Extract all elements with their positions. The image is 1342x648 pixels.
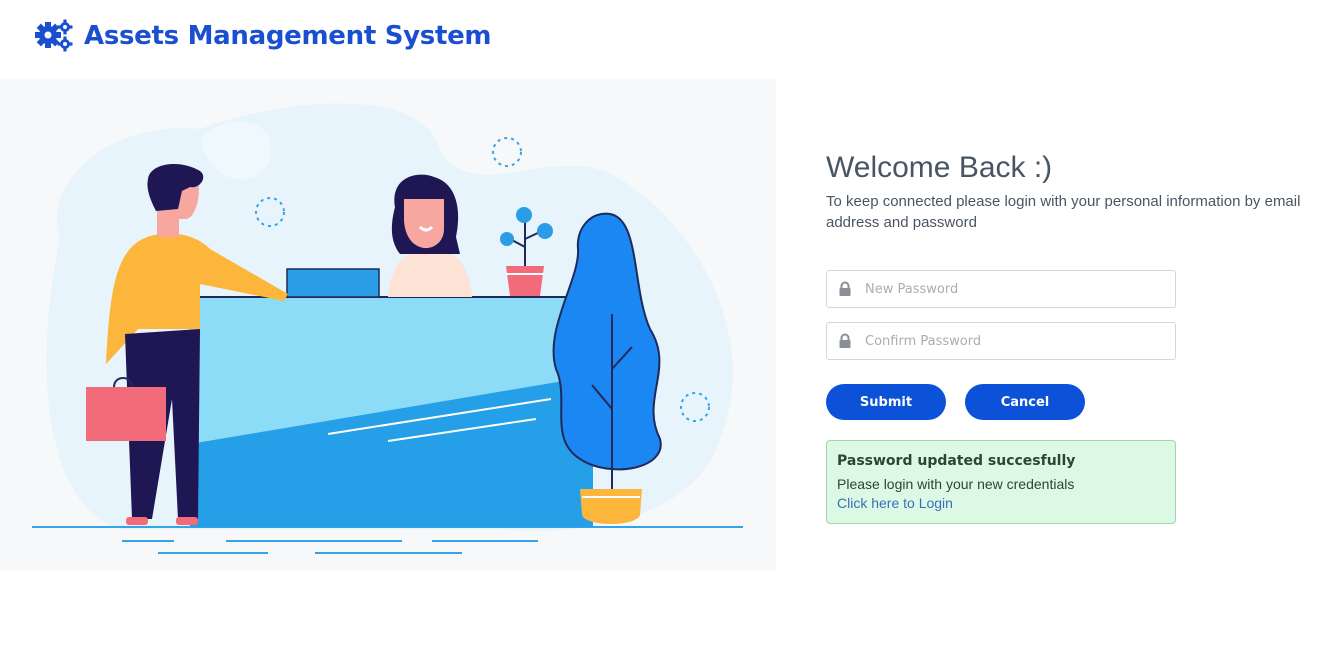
new-password-field — [826, 270, 1176, 308]
new-password-input[interactable] — [865, 274, 1155, 304]
lock-icon — [839, 333, 851, 348]
submit-button[interactable]: Submit — [826, 384, 946, 420]
app-header: Assets Management System — [34, 14, 492, 58]
login-panel: Welcome Back :) To keep connected please… — [826, 150, 1306, 524]
app-title: Assets Management System — [84, 21, 492, 51]
reception-illustration — [0, 79, 776, 571]
gears-icon — [35, 19, 73, 52]
lock-icon — [839, 281, 851, 296]
form-actions: Submit Cancel — [826, 384, 1306, 420]
success-alert: Password updated succesfully Please logi… — [826, 440, 1176, 524]
welcome-title: Welcome Back :) — [826, 151, 1053, 184]
alert-title: Password updated succesfully — [837, 453, 1076, 469]
confirm-password-field — [826, 322, 1176, 360]
cancel-button[interactable]: Cancel — [965, 384, 1085, 420]
alert-message: Please login with your new credentials — [837, 476, 1075, 492]
welcome-subtitle: To keep connected please login with your… — [826, 193, 1301, 231]
confirm-password-input[interactable] — [865, 326, 1155, 356]
login-link[interactable]: Click here to Login — [837, 493, 1165, 513]
